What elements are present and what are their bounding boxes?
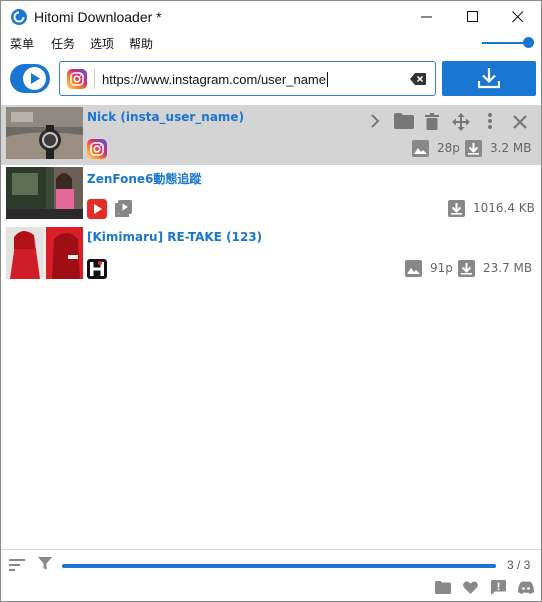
discord-icon[interactable] (518, 581, 534, 594)
menu-bar: 菜单 任务 选项 帮助 (1, 32, 541, 54)
task-thumbnail (6, 227, 83, 279)
progress-count: 3 / 3 (507, 558, 531, 572)
instagram-icon (67, 69, 87, 89)
hitomi-icon (87, 259, 107, 279)
move-icon[interactable] (452, 113, 470, 131)
menu-item-options[interactable]: 选项 (90, 35, 114, 52)
task-title: ZenFone6動態追蹤 (87, 172, 202, 186)
task-size: 3.2 MB (490, 141, 532, 155)
app-window: Hitomi Downloader * 菜单 任务 选项 帮助 https://… (0, 0, 542, 602)
menu-item-tasks[interactable]: 任务 (51, 35, 75, 52)
status-bar: 3 / 3 (1, 549, 541, 601)
download-size-icon (448, 200, 465, 217)
image-icon (405, 260, 422, 277)
zoom-slider[interactable] (482, 37, 534, 48)
maximize-icon (467, 11, 478, 22)
close-icon[interactable] (513, 115, 527, 129)
task-pages: 91p (430, 261, 453, 275)
task-thumbnail (6, 167, 83, 219)
window-title: Hitomi Downloader * (34, 9, 162, 25)
download-button[interactable] (442, 61, 536, 96)
title-bar[interactable]: Hitomi Downloader * (1, 1, 541, 32)
image-icon (412, 140, 429, 157)
task-size: 1016.4 KB (473, 201, 535, 215)
video-file-icon (115, 200, 132, 217)
folder-icon[interactable] (394, 113, 414, 129)
download-size-icon (458, 260, 475, 277)
task-list: Nick (insta_user_name) 28p 3.2 MB ZenFon… (1, 105, 541, 547)
task-title: Nick (insta_user_name) (87, 110, 245, 124)
trash-icon[interactable] (425, 113, 439, 130)
folder-icon[interactable] (435, 581, 451, 594)
overall-progress-bar (62, 564, 496, 568)
text-caret (326, 72, 328, 87)
more-vert-icon[interactable] (487, 113, 493, 129)
close-icon (512, 11, 524, 23)
maximize-button[interactable] (450, 1, 496, 32)
url-input[interactable]: https://www.instagram.com/user_name (102, 72, 328, 87)
minimize-icon (421, 16, 432, 18)
close-window-button[interactable] (495, 1, 541, 32)
filter-icon[interactable] (38, 557, 52, 571)
play-toggle-icon (31, 73, 40, 84)
overall-progress-fill (62, 564, 496, 568)
instagram-icon (87, 139, 107, 159)
heart-icon[interactable] (463, 581, 478, 594)
url-input-box[interactable]: https://www.instagram.com/user_name (59, 61, 436, 96)
task-row[interactable]: [Kimimaru] RE-TAKE (123) 91p 23.7 MB (1, 225, 541, 285)
youtube-icon (87, 199, 107, 219)
task-row[interactable]: Nick (insta_user_name) 28p 3.2 MB (1, 105, 541, 165)
task-row[interactable]: ZenFone6動態追蹤 1016.4 KB (1, 165, 541, 225)
task-pages: 28p (437, 141, 460, 155)
download-icon (478, 68, 500, 89)
play-toggle-button[interactable] (10, 64, 50, 93)
menu-item-help[interactable]: 帮助 (129, 35, 153, 52)
backspace-clear-icon[interactable] (410, 73, 426, 85)
url-separator (94, 69, 95, 89)
menu-item-menu[interactable]: 菜单 (10, 35, 34, 52)
app-icon (11, 9, 27, 25)
task-thumbnail (6, 107, 83, 159)
sort-icon[interactable] (9, 559, 25, 571)
download-size-icon (465, 140, 482, 157)
slider-thumb[interactable] (523, 37, 534, 48)
chevron-right-icon[interactable] (369, 113, 381, 129)
feedback-icon[interactable] (491, 580, 506, 595)
url-value: https://www.instagram.com/user_name (102, 72, 326, 87)
url-row: https://www.instagram.com/user_name (1, 56, 541, 104)
task-size: 23.7 MB (483, 261, 533, 275)
task-title: [Kimimaru] RE-TAKE (123) (87, 230, 263, 244)
minimize-button[interactable] (404, 1, 450, 32)
